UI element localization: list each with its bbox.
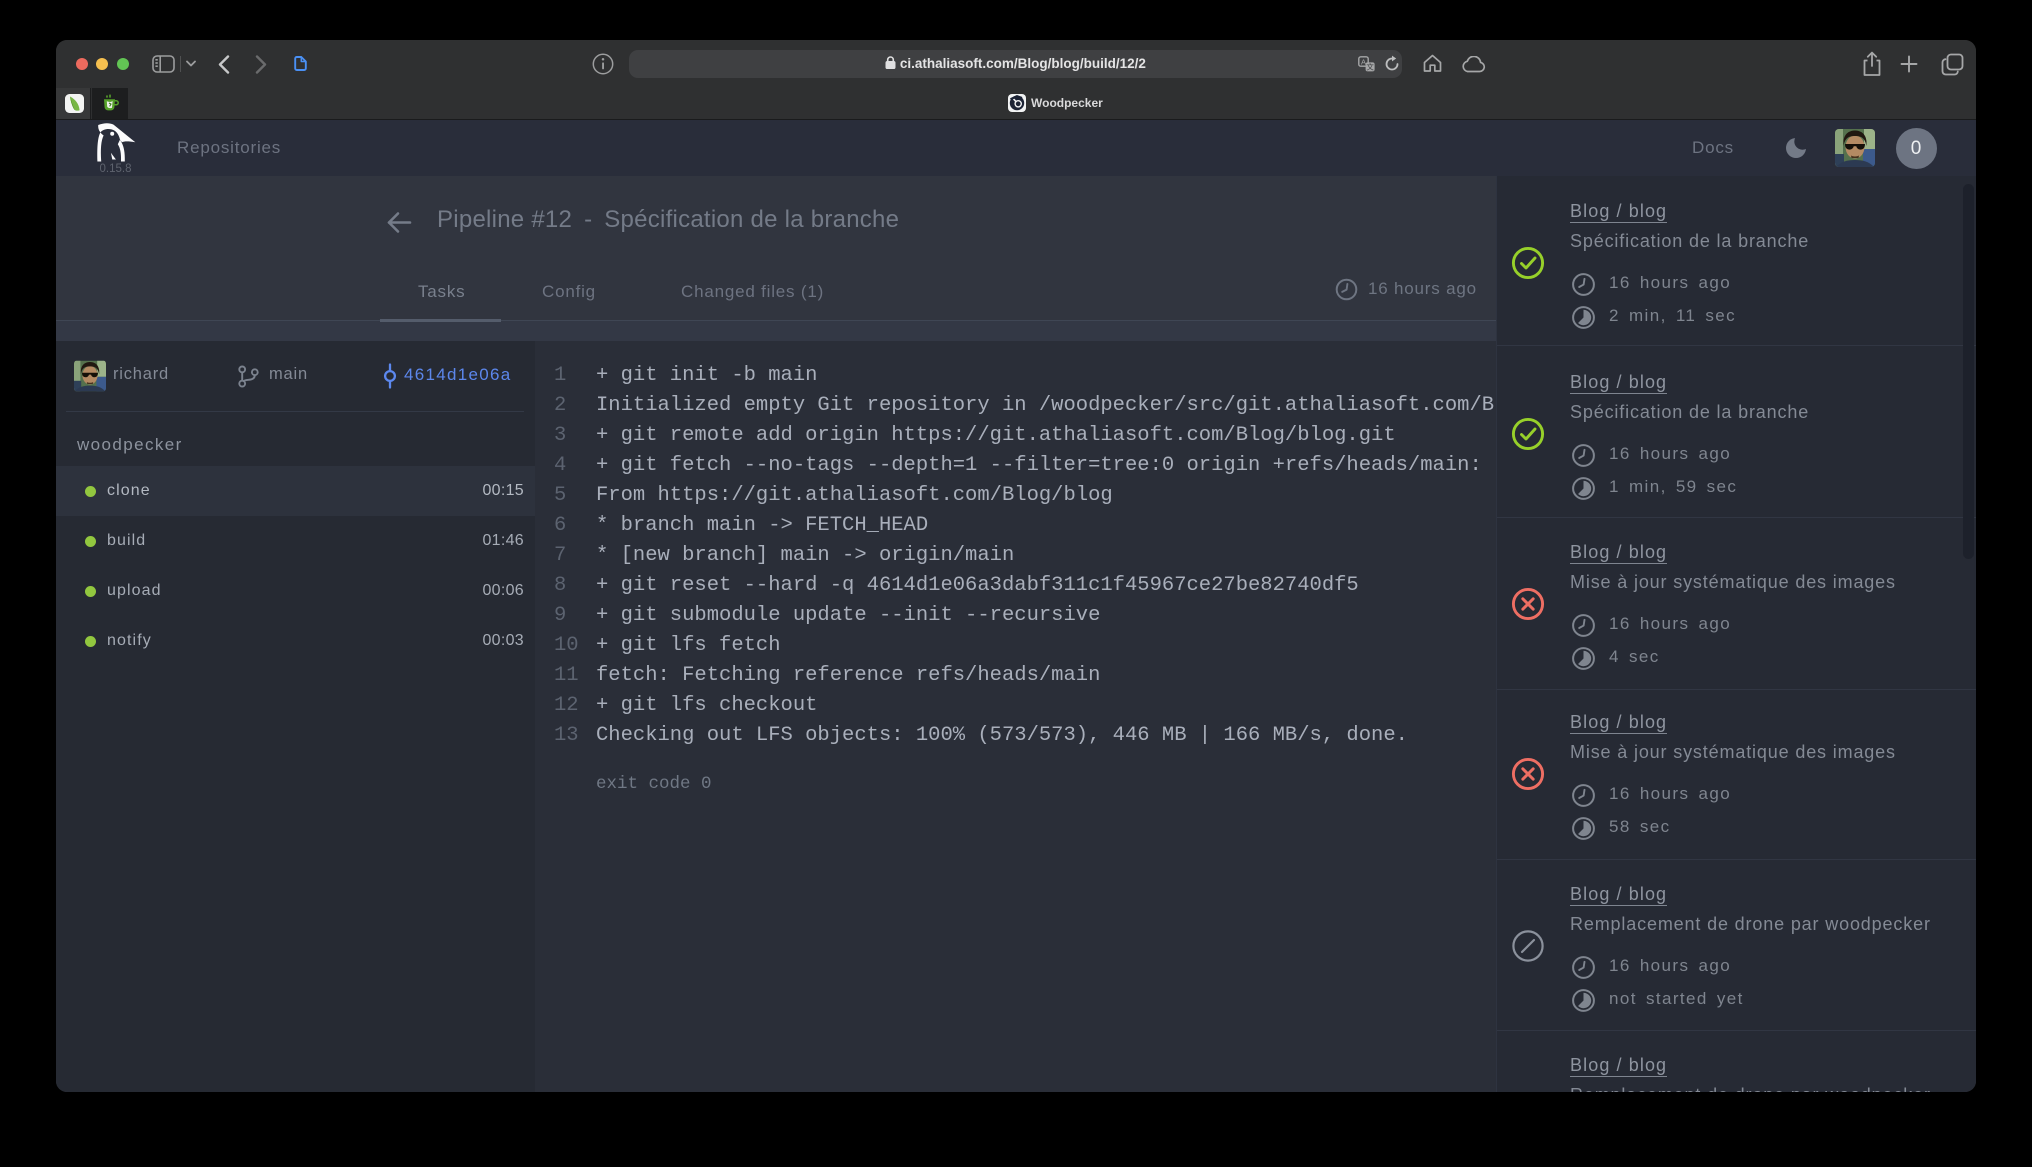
svg-text:文: 文 — [1366, 62, 1374, 72]
svg-text:A: A — [1361, 57, 1366, 66]
